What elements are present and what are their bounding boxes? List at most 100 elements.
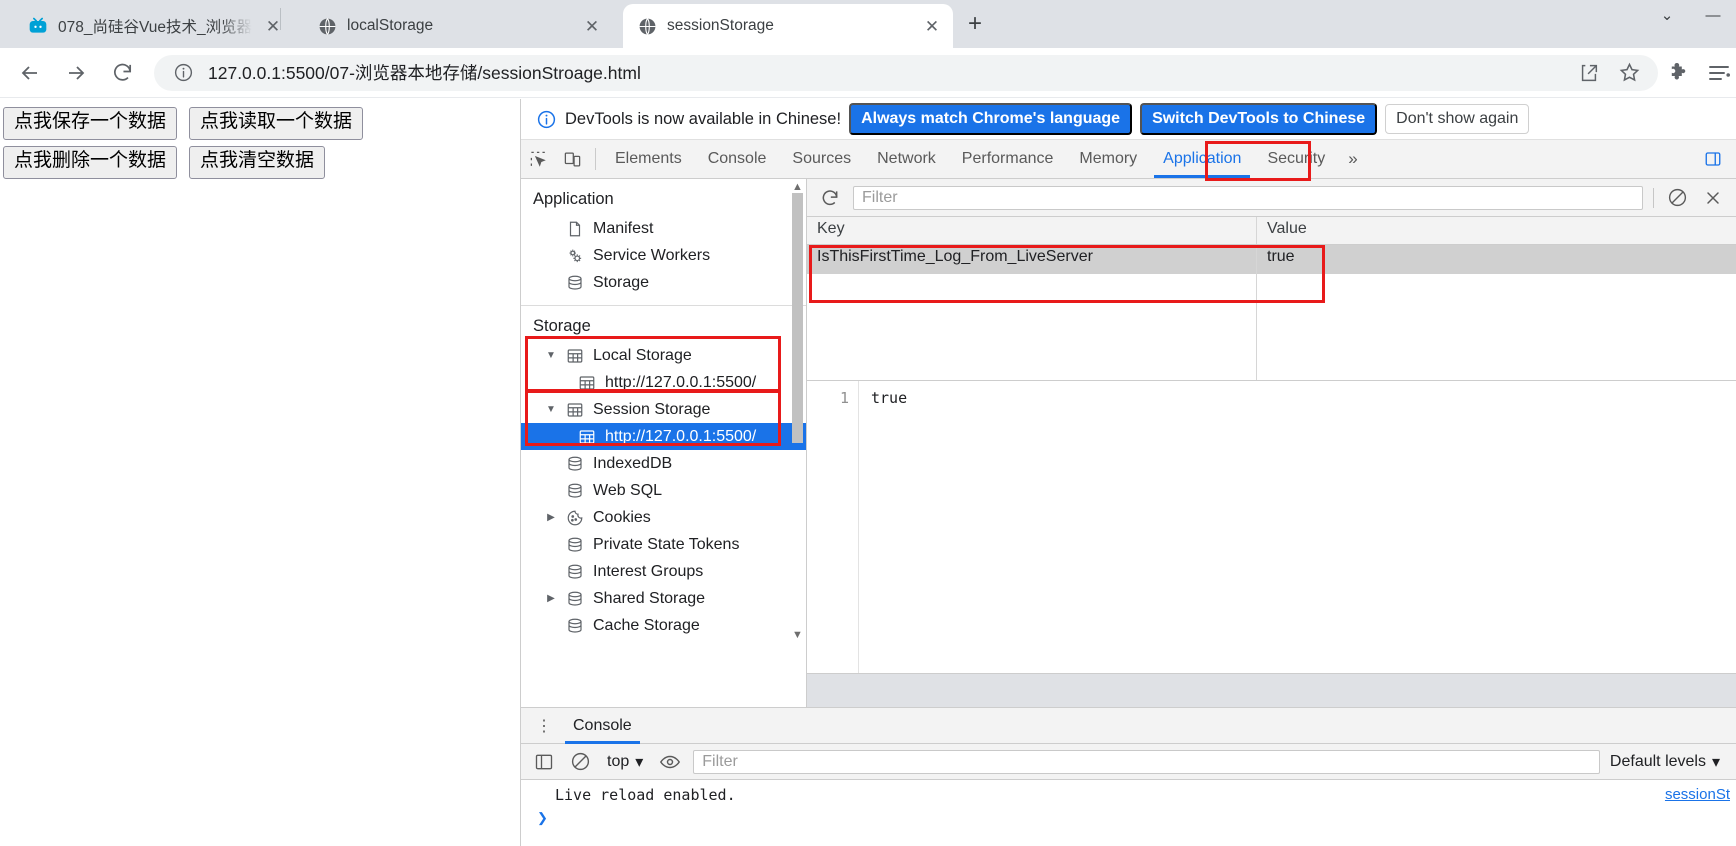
sidebar-item-web-sql[interactable]: Web SQL <box>521 477 806 504</box>
tab-title: localStorage <box>347 17 434 34</box>
close-icon[interactable]: ✕ <box>262 15 284 37</box>
devtools-language-banner: DevTools is now available in Chinese! Al… <box>521 99 1736 140</box>
list-menu-icon[interactable] <box>1706 60 1732 86</box>
console-prompt-icon: ❯ <box>537 810 548 825</box>
chevron-right-icon[interactable]: ▶ <box>545 512 557 523</box>
sidebar-item-manifest[interactable]: Manifest <box>521 215 806 242</box>
value-preview-panel: 1 true <box>807 381 1736 707</box>
sidebar-item-private-state-tokens[interactable]: Private State Tokens <box>521 531 806 558</box>
share-icon[interactable] <box>1576 60 1602 86</box>
sidebar-item-local-storage-origin[interactable]: http://127.0.0.1:5500/ <box>521 369 806 396</box>
forward-arrow-icon[interactable] <box>56 53 96 93</box>
execution-context-selector[interactable]: top ▾ <box>603 752 647 772</box>
chevron-down-icon[interactable]: ▼ <box>545 404 557 415</box>
table-row[interactable]: IsThisFirstTime_Log_From_LiveServer true <box>807 245 1736 274</box>
more-options-icon[interactable]: ⋮ <box>531 716 557 736</box>
tab-sources[interactable]: Sources <box>779 140 864 178</box>
sidebar-item-shared-storage[interactable]: ▶ Shared Storage <box>521 585 806 612</box>
sidebar-item-label: Shared Storage <box>593 589 706 607</box>
cell-value[interactable]: true <box>1257 245 1736 274</box>
sidebar-item-indexeddb[interactable]: IndexedDB <box>521 450 806 477</box>
cell-key[interactable]: IsThisFirstTime_Log_From_LiveServer <box>807 245 1257 274</box>
clear-circle-icon[interactable] <box>1664 185 1690 211</box>
sidebar-item-session-storage-origin[interactable]: http://127.0.0.1:5500/ <box>521 423 806 450</box>
address-bar[interactable]: 127.0.0.1:5500/07-浏览器本地存储/sessionStroage… <box>154 54 1658 91</box>
preview-content: true <box>871 389 908 407</box>
console-message-text: Live reload enabled. <box>555 786 736 804</box>
device-toolbar-icon[interactable] <box>555 140 589 178</box>
sidebar-item-cache-storage[interactable]: Cache Storage <box>521 612 806 639</box>
info-circle-icon[interactable] <box>170 60 196 86</box>
eye-icon[interactable] <box>657 749 683 775</box>
table-header: Key Value <box>807 217 1736 245</box>
chevron-down-icon: ▾ <box>635 753 644 771</box>
tab-performance[interactable]: Performance <box>949 140 1067 178</box>
sidebar-item-local-storage[interactable]: ▼ Local Storage <box>521 342 806 369</box>
devtools-settings-icon[interactable] <box>1696 150 1730 168</box>
more-tabs-icon[interactable]: » <box>1338 140 1367 178</box>
sidebar-item-cookies[interactable]: ▶ Cookies <box>521 504 806 531</box>
page-button-row-1: 点我保存一个数据 点我读取一个数据 <box>0 107 520 140</box>
tab-network[interactable]: Network <box>864 140 949 178</box>
console-message[interactable]: Live reload enabled. sessionSt <box>521 786 1736 804</box>
browser-tab-0[interactable]: 078_尚硅谷Vue技术_浏览器本地 ✕ <box>14 4 294 48</box>
scrollbar-thumb[interactable] <box>792 193 803 443</box>
sidebar-item-service-workers[interactable]: Service Workers <box>521 242 806 269</box>
tab-console[interactable]: Console <box>695 140 780 178</box>
preview-body: 1 true <box>807 381 1736 673</box>
refresh-icon[interactable] <box>817 185 843 211</box>
tab-application[interactable]: Application <box>1150 140 1254 178</box>
devtools-tab-bar: Elements Console Sources Network Perform… <box>521 140 1736 181</box>
clear-console-icon[interactable] <box>567 749 593 775</box>
sidebar-item-label: http://127.0.0.1:5500/ <box>605 373 757 391</box>
new-tab-button[interactable]: + <box>961 10 989 38</box>
sidebar-item-interest-groups[interactable]: Interest Groups <box>521 558 806 585</box>
column-header-key[interactable]: Key <box>807 217 1257 244</box>
sidebar-item-label: http://127.0.0.1:5500/ <box>605 427 757 445</box>
reload-icon[interactable] <box>102 53 142 93</box>
minimize-button[interactable]: — <box>1690 0 1736 30</box>
save-data-button[interactable]: 点我保存一个数据 <box>3 107 178 140</box>
column-header-value[interactable]: Value <box>1257 217 1736 244</box>
bilibili-icon <box>28 16 48 36</box>
console-filter-input[interactable]: Filter <box>693 749 1600 774</box>
sidebar-item-storage[interactable]: Storage <box>521 269 806 296</box>
drawer-tab-console[interactable]: Console <box>559 708 646 744</box>
close-icon[interactable]: ✕ <box>581 15 603 37</box>
tab-memory[interactable]: Memory <box>1066 140 1150 178</box>
inspect-element-icon[interactable] <box>521 140 555 178</box>
storage-filter-input[interactable]: Filter <box>853 185 1643 210</box>
log-levels-selector[interactable]: Default levels ▾ <box>1610 752 1726 772</box>
delete-x-icon[interactable] <box>1700 185 1726 211</box>
chevron-down-icon[interactable]: ▼ <box>545 350 557 361</box>
tab-security[interactable]: Security <box>1254 140 1338 178</box>
chevron-right-icon[interactable]: ▶ <box>545 593 557 604</box>
close-icon[interactable]: ✕ <box>921 15 943 37</box>
sidebar-scrollbar[interactable]: ▲ ▼ <box>791 181 804 641</box>
scroll-up-arrow[interactable]: ▲ <box>791 181 804 193</box>
browser-tab-2[interactable]: sessionStorage ✕ <box>623 4 953 48</box>
devtools-right-tools <box>1696 140 1736 178</box>
sidebar-item-label: Interest Groups <box>593 562 704 580</box>
tab-elements[interactable]: Elements <box>602 140 695 178</box>
switch-devtools-chinese-button[interactable]: Switch DevTools to Chinese <box>1140 102 1378 136</box>
scroll-down-arrow[interactable]: ▼ <box>791 629 804 641</box>
always-match-language-button[interactable]: Always match Chrome's language <box>849 102 1133 136</box>
tab-search-icon[interactable]: ⌄ <box>1644 0 1690 30</box>
browser-tab-1[interactable]: localStorage ✕ <box>303 4 613 48</box>
read-data-button[interactable]: 点我读取一个数据 <box>189 107 364 140</box>
star-icon[interactable] <box>1616 60 1642 86</box>
console-message-source-link[interactable]: sessionSt <box>1665 786 1730 803</box>
toolbar-divider <box>1653 187 1654 208</box>
delete-data-button[interactable]: 点我删除一个数据 <box>3 145 178 179</box>
console-toolbar: top ▾ Filter Default levels ▾ <box>521 744 1736 780</box>
back-arrow-icon[interactable] <box>10 53 50 93</box>
cookie-icon <box>565 509 585 527</box>
panel-toggle-icon[interactable] <box>531 749 557 775</box>
sidebar-item-label: IndexedDB <box>593 454 673 472</box>
table-icon <box>565 401 585 419</box>
clear-data-button[interactable]: 点我清空数据 <box>189 145 326 179</box>
puzzle-icon[interactable] <box>1666 60 1692 86</box>
sidebar-item-session-storage[interactable]: ▼ Session Storage <box>521 396 806 423</box>
dont-show-again-button[interactable]: Don't show again <box>1385 103 1530 135</box>
